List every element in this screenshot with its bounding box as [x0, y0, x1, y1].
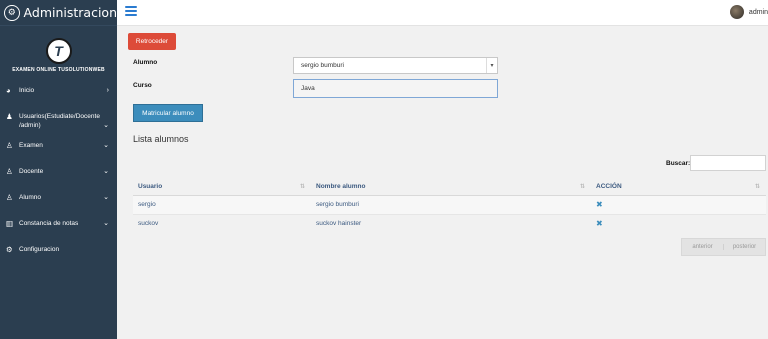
- brand-title: Administracion: [23, 5, 117, 20]
- previous-page-button[interactable]: anterior: [682, 244, 724, 250]
- user-tie-icon: ♙: [6, 167, 13, 176]
- users-icon: ♟: [6, 112, 13, 121]
- sort-icon: ⇅: [754, 184, 760, 190]
- sidebar-item-label: Configuracion: [19, 246, 60, 253]
- search-input[interactable]: [690, 155, 766, 171]
- chevron-right-icon: ›: [106, 87, 109, 94]
- table-row: suckov suckov hainster ✖: [133, 213, 766, 233]
- delete-icon[interactable]: ✖: [596, 200, 603, 209]
- gear-icon: ⚙: [4, 4, 20, 21]
- sidebar-item-usuarios[interactable]: ♟ Usuarios(Estudiate/Docente /admin) ⌄: [0, 112, 117, 141]
- search-label: Buscar:: [666, 160, 691, 167]
- column-header-nombre[interactable]: Nombre alumno ⇅: [311, 178, 591, 196]
- column-header-accion[interactable]: ACCIÓN ⇅: [591, 178, 766, 196]
- sidebar-item-label: Alumno: [19, 194, 42, 201]
- students-table: Usuario ⇅ Nombre alumno ⇅ ACCIÓN ⇅ sergio s…: [133, 178, 766, 233]
- back-button[interactable]: Retroceder: [128, 33, 176, 50]
- sidebar-item-configuracion[interactable]: ⚙ Configuracion: [0, 245, 117, 271]
- sidebar-menu: ◕ Inicio › ♟ Usuarios(Estudiate/Docente …: [0, 86, 117, 271]
- main-content: Retroceder Alumno sergio bumburi ▾ Curso…: [117, 26, 768, 339]
- sidebar-item-label: Docente: [19, 168, 44, 175]
- user-tie-icon: ♙: [6, 141, 13, 150]
- curso-field[interactable]: Java: [293, 79, 498, 98]
- sidebar: ⚙ Administracion T EXAMEN ONLINE TUSOLUT…: [0, 0, 117, 339]
- sidebar-item-label: Usuarios(Estudiate/Docente /admin): [19, 113, 100, 129]
- cell-usuario: sergio: [133, 194, 311, 214]
- logo-text: EXAMEN ONLINE TUSOLUTIONWEB: [12, 66, 105, 73]
- next-page-button[interactable]: posterior: [724, 244, 765, 250]
- bar-chart-icon: ▥: [6, 219, 14, 228]
- sort-icon: ⇅: [299, 184, 305, 190]
- sidebar-item-label: Examen: [19, 142, 43, 149]
- sidebar-item-constancia[interactable]: ▥ Constancia de notas ⌄: [0, 219, 117, 245]
- sidebar-item-label: Inicio: [19, 87, 35, 94]
- cell-usuario: suckov: [133, 213, 311, 233]
- cell-accion: ✖: [591, 194, 766, 214]
- logo-mark: T: [45, 37, 72, 64]
- alumno-select[interactable]: sergio bumburi ▾: [293, 57, 498, 74]
- logo: T EXAMEN ONLINE TUSOLUTIONWEB: [0, 26, 117, 74]
- chevron-down-icon: ⌄: [103, 168, 109, 175]
- chevron-down-icon: ⌄: [103, 142, 109, 149]
- cell-accion: ✖: [591, 213, 766, 233]
- user-name[interactable]: admin: [749, 9, 768, 16]
- gear-icon: ⚙: [6, 245, 13, 254]
- chevron-down-icon: ▾: [486, 58, 497, 73]
- alumno-select-value: sergio bumburi: [301, 62, 344, 69]
- hamburger-icon[interactable]: [125, 6, 137, 16]
- dashboard-icon: ◕: [6, 86, 11, 95]
- user-tie-icon: ♙: [6, 193, 13, 202]
- sidebar-item-inicio[interactable]: ◕ Inicio ›: [0, 86, 117, 112]
- sidebar-brand[interactable]: ⚙ Administracion: [0, 0, 117, 26]
- chevron-down-icon: ⌄: [103, 122, 109, 129]
- sort-icon: ⇅: [579, 184, 585, 190]
- user-menu[interactable]: admin: [729, 5, 768, 19]
- curso-label: Curso: [133, 82, 152, 89]
- list-title: Lista alumnos: [133, 134, 189, 144]
- enroll-button[interactable]: Matricular alumno: [133, 104, 203, 122]
- column-header-usuario[interactable]: Usuario ⇅: [133, 178, 311, 196]
- sidebar-item-alumno[interactable]: ♙ Alumno ⌄: [0, 193, 117, 219]
- cell-nombre: suckov hainster: [311, 213, 591, 233]
- chevron-down-icon: ⌄: [103, 194, 109, 201]
- sidebar-item-docente[interactable]: ♙ Docente ⌄: [0, 167, 117, 193]
- chevron-down-icon: ⌄: [103, 220, 109, 227]
- cell-nombre: sergio bumburi: [311, 194, 591, 214]
- avatar[interactable]: [729, 5, 744, 19]
- sidebar-item-label: Constancia de notas: [19, 220, 79, 227]
- pagination: anterior posterior: [681, 238, 766, 256]
- topbar: admin: [117, 0, 768, 26]
- alumno-label: Alumno: [133, 59, 158, 66]
- table-row: sergio sergio bumburi ✖: [133, 194, 766, 214]
- delete-icon[interactable]: ✖: [596, 219, 603, 228]
- sidebar-item-examen[interactable]: ♙ Examen ⌄: [0, 141, 117, 167]
